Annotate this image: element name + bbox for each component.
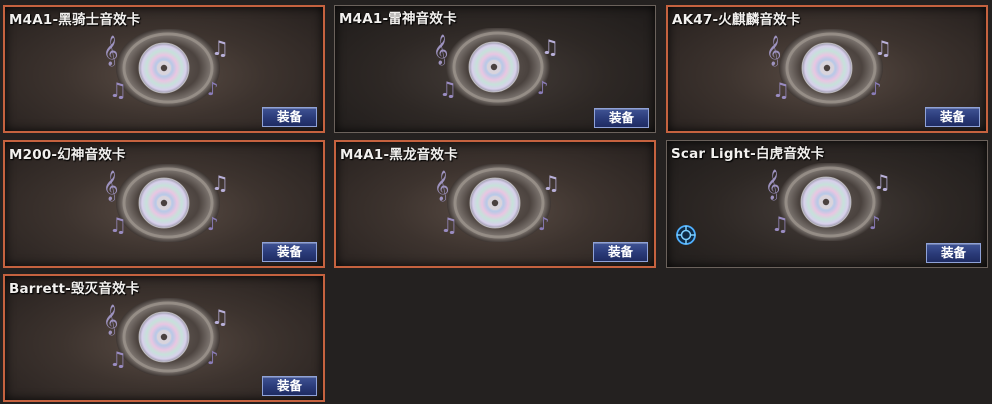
target-icon bbox=[676, 225, 696, 245]
equip-button[interactable]: 装备 bbox=[926, 243, 981, 263]
sound-card-ak47-fire-qilin[interactable]: AK47-火麒麟音效卡 装备 bbox=[666, 5, 988, 133]
music-disc-icon bbox=[764, 29, 898, 107]
card-title: M4A1-黑骑士音效卡 bbox=[9, 12, 141, 28]
card-title: M200-幻神音效卡 bbox=[9, 147, 126, 163]
equip-button[interactable]: 装备 bbox=[593, 242, 648, 262]
card-title: M4A1-雷神音效卡 bbox=[339, 11, 457, 27]
equip-button[interactable]: 装备 bbox=[262, 242, 317, 262]
equip-button[interactable]: 装备 bbox=[262, 107, 317, 127]
sound-card-grid: M4A1-黑骑士音效卡 装备 M4A1-雷神音效卡 装备 AK47-火麒麟音效卡… bbox=[0, 0, 992, 404]
sound-card-m200-phantom[interactable]: M200-幻神音效卡 装备 bbox=[3, 140, 325, 268]
card-title: AK47-火麒麟音效卡 bbox=[672, 12, 801, 28]
music-disc-icon bbox=[101, 298, 235, 376]
sound-card-m4a1-black-dragon[interactable]: M4A1-黑龙音效卡 装备 bbox=[334, 140, 656, 268]
equip-button[interactable]: 装备 bbox=[925, 107, 980, 127]
sound-card-barrett-destruction[interactable]: Barrett-毁灭音效卡 装备 bbox=[3, 274, 325, 402]
card-title: Scar Light-白虎音效卡 bbox=[671, 146, 825, 162]
equip-button[interactable]: 装备 bbox=[594, 108, 649, 128]
card-title: Barrett-毁灭音效卡 bbox=[9, 281, 140, 297]
sound-card-scar-light-white-tiger[interactable]: Scar Light-白虎音效卡 装备 bbox=[666, 140, 988, 268]
music-disc-icon bbox=[101, 164, 235, 242]
music-disc-icon bbox=[763, 163, 897, 241]
music-disc-icon bbox=[101, 29, 235, 107]
music-disc-icon bbox=[431, 28, 565, 106]
card-title: M4A1-黑龙音效卡 bbox=[340, 147, 458, 163]
sound-card-m4a1-black-knight[interactable]: M4A1-黑骑士音效卡 装备 bbox=[3, 5, 325, 133]
sound-card-m4a1-thor[interactable]: M4A1-雷神音效卡 装备 bbox=[334, 5, 656, 133]
equip-button[interactable]: 装备 bbox=[262, 376, 317, 396]
music-disc-icon bbox=[432, 164, 566, 242]
